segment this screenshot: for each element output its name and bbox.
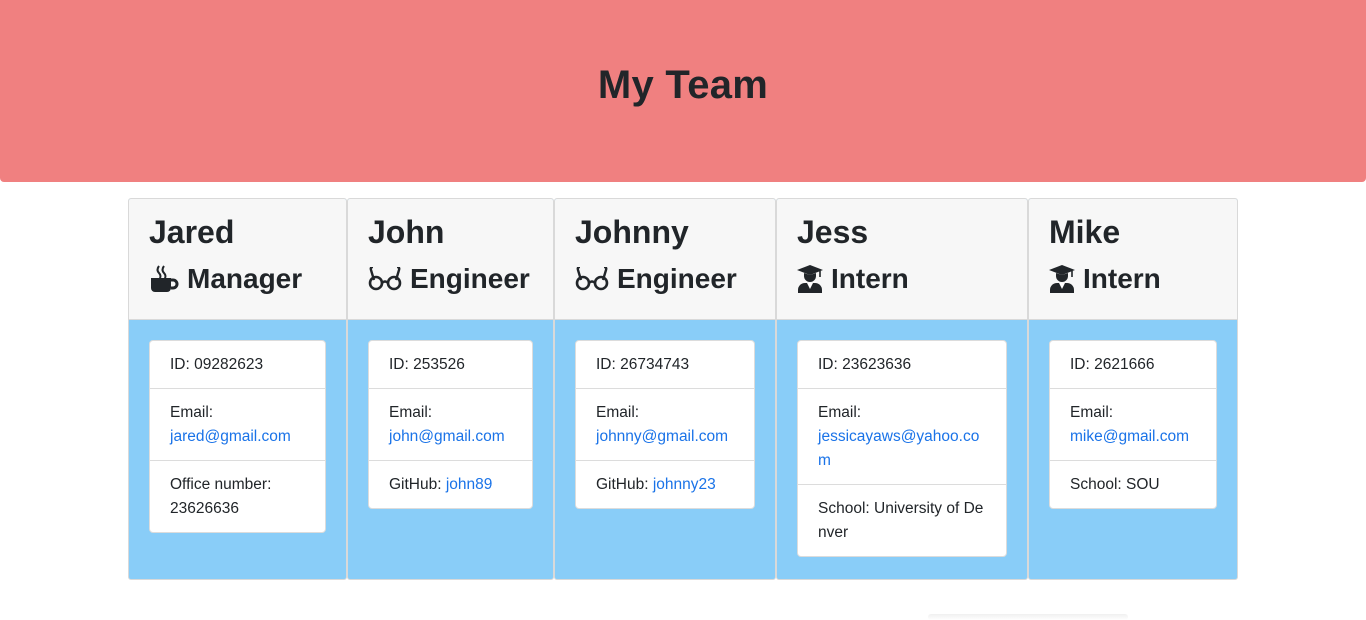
id-row: ID: 2621666 [1050, 341, 1216, 389]
github-row: GitHub: johnny23 [596, 476, 716, 493]
employee-role: Engineer [575, 261, 755, 297]
employee-details: ID: 2621666 Email: mike@gmail.com School:… [1049, 340, 1217, 509]
employee-role: Engineer [368, 261, 533, 297]
role-label: Intern [831, 263, 909, 294]
office-number: 23626636 [170, 500, 239, 517]
id-row: ID: 26734743 [576, 341, 754, 389]
id-row: ID: 09282623 [150, 341, 325, 389]
employee-name: Jared [149, 214, 235, 250]
card-header: Jess Intern [777, 199, 1027, 320]
id-row: ID: 253526 [369, 341, 532, 389]
employee-name: John [368, 214, 445, 250]
card-header: Mike Intern [1029, 199, 1237, 320]
employee-id: 253526 [413, 356, 465, 373]
email-link[interactable]: jared@gmail.com [170, 428, 291, 445]
employee-name: Jess [797, 214, 869, 250]
graduate-icon [1049, 265, 1075, 293]
employee-card: Johnny Engineer ID: 26734743 Email: johnn… [554, 198, 776, 580]
role-label: Engineer [617, 263, 737, 294]
github-row: GitHub: john89 [389, 476, 493, 493]
email-row: Email: john@gmail.com [369, 389, 532, 461]
email-row: Email: mike@gmail.com [1050, 389, 1216, 461]
page-title: My Team [597, 62, 769, 107]
role-label: Intern [1083, 263, 1161, 294]
github-link[interactable]: johnny23 [653, 476, 716, 493]
email-link[interactable]: john@gmail.com [389, 428, 505, 445]
employee-details: ID: 253526 Email: john@gmail.com GitHub: … [368, 340, 533, 509]
email-link[interactable]: jessicayaws@yahoo.com [818, 428, 979, 469]
card-header: Johnny Engineer [555, 199, 775, 320]
office-row: Office number: 23626636 [170, 476, 272, 517]
employee-card: John Engineer ID: 253526 Email: john@gmai… [347, 198, 554, 580]
role-label: Manager [187, 263, 303, 294]
github-link[interactable]: john89 [446, 476, 493, 493]
card-header: John Engineer [348, 199, 553, 320]
employee-id: 09282623 [194, 356, 264, 373]
employee-id: 23623636 [842, 356, 912, 373]
employee-card: Jared Manager ID: 09282623 Email: jared@g… [128, 198, 347, 580]
employee-card: Jess Intern ID: 23623636 Email: jessicaya… [776, 198, 1028, 580]
school-name: SOU [1126, 476, 1160, 493]
employee-card: Mike Intern ID: 2621666 Email: mike@gmail… [1028, 198, 1238, 580]
employee-role: Intern [1049, 261, 1217, 297]
email-link[interactable]: johnny@gmail.com [596, 428, 728, 445]
coffee-mug-icon [149, 265, 179, 293]
school-row: School: SOU [1070, 476, 1160, 493]
id-row: ID: 23623636 [798, 341, 1006, 389]
employee-name: Mike [1049, 214, 1121, 250]
employee-role: Manager [149, 261, 326, 297]
glasses-icon [368, 267, 402, 291]
graduate-icon [797, 265, 823, 293]
footer-shadow [928, 614, 1128, 620]
employee-details: ID: 26734743 Email: johnny@gmail.com GitH… [575, 340, 755, 509]
card-header: Jared Manager [129, 199, 346, 320]
employee-details: ID: 09282623 Email: jared@gmail.com Offic… [149, 340, 326, 533]
email-row: Email: jessicayaws@yahoo.com [798, 389, 1006, 485]
employee-name: Johnny [575, 214, 689, 250]
email-row: Email: jared@gmail.com [150, 389, 325, 461]
glasses-icon [575, 267, 609, 291]
employee-details: ID: 23623636 Email: jessicayaws@yahoo.com… [797, 340, 1007, 557]
employee-id: 26734743 [620, 356, 690, 373]
role-label: Engineer [410, 263, 530, 294]
email-link[interactable]: mike@gmail.com [1070, 428, 1189, 445]
page-header: My Team [0, 0, 1366, 182]
email-row: Email: johnny@gmail.com [576, 389, 754, 461]
school-row: School: University of Denver [818, 500, 984, 541]
employee-id: 2621666 [1094, 356, 1155, 373]
employee-role: Intern [797, 261, 1007, 297]
